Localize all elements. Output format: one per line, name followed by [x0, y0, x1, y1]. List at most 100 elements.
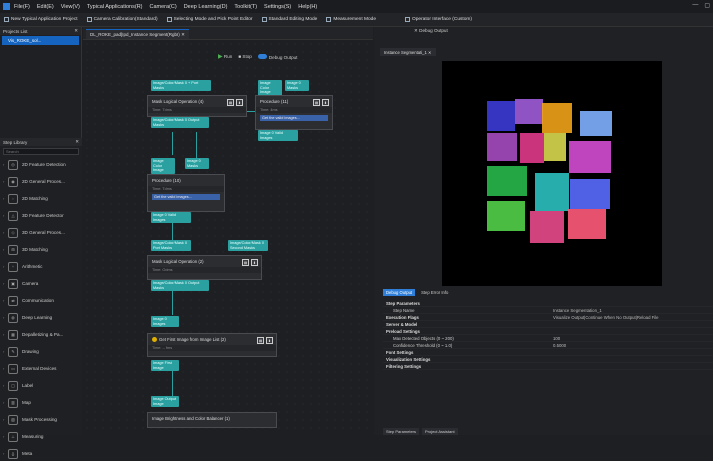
measurement-mode-button[interactable]: Measurement Mode [326, 17, 376, 22]
node-description: Get the valid images... [152, 194, 220, 200]
port-masks[interactable]: Image/Color/Mask 0 Port Masks [151, 240, 191, 251]
operator-interface-button[interactable]: Operator Interface (Custom) [405, 17, 472, 22]
step-library-item[interactable]: › ⊥ Measuring [3, 429, 79, 444]
node-info-icon[interactable]: ⬍ [266, 337, 273, 344]
step-node[interactable]: Get First Image from Image List (2) Time… [147, 333, 277, 357]
param-row[interactable]: Step Name Instance Segmentation_1 [383, 307, 713, 314]
port-masks[interactable]: Image 0 Masks [285, 80, 309, 91]
menu-camera[interactable]: Camera(C) [150, 4, 177, 10]
category-icon: ◌ [8, 193, 18, 204]
canvas-tab[interactable]: DL_ROKE_pad[Ipd_Instance Segment(RgbI) ✕ [86, 29, 189, 39]
param-row[interactable]: Preload Settings [383, 328, 713, 335]
node-settings-icon[interactable]: ▤ [227, 99, 234, 106]
param-row[interactable]: Execution Flags Visualize Output|Continue… [383, 314, 713, 321]
menu-help[interactable]: Help(H) [298, 4, 317, 10]
step-library-item[interactable]: › ✎ Drawing [3, 344, 79, 359]
port-second-masks[interactable]: Image/Color/Mask 0 Second Masks [228, 240, 268, 251]
step-node[interactable]: Mask Logical Operation (2) Time: Odms ▤ ⬍ [147, 255, 262, 280]
segmentation-mask [569, 141, 611, 173]
project-item[interactable]: Vis_ROKE_sol... [2, 36, 79, 45]
menu-deep-learning[interactable]: Deep Learning(D) [184, 4, 228, 10]
port-first-image[interactable]: Image First Image [151, 360, 179, 371]
close-icon[interactable]: ✕ [74, 28, 78, 34]
image-viewer[interactable] [442, 61, 662, 286]
step-library-item[interactable]: › ◍ Deep Learning [3, 310, 79, 325]
step-node[interactable]: Mask Logical Operation (4) Time: Tdms ▤ ⬍ [147, 95, 247, 117]
step-library-item[interactable]: › ◇ 3D General Proces... [3, 225, 79, 240]
stop-button[interactable]: ■ Stop [238, 54, 252, 59]
step-search-input[interactable]: Search [3, 148, 79, 155]
tab-project-assistant[interactable]: Project Assistant [422, 428, 458, 435]
step-library-item[interactable]: › ▧ Mask Processing [3, 412, 79, 427]
tab-step-error-info[interactable]: Step Error Info [418, 289, 451, 296]
debug-output-toggle[interactable]: Debug Output [257, 53, 297, 60]
step-node[interactable]: Image Brightness and Color Balancer (1) [147, 412, 277, 428]
port-images[interactable]: Image 0 Images [151, 316, 179, 327]
view-tab[interactable]: Instance Segmentati_1 ✕ [380, 48, 436, 56]
step-node[interactable]: Procedure (11) Time: 4ms Get the valid i… [255, 95, 333, 130]
step-library-item-label: Meta [22, 451, 33, 456]
step-library-item[interactable]: › ▥ Map [3, 395, 79, 410]
step-library-item[interactable]: › ÷ Arithmetic [3, 259, 79, 274]
step-library-item[interactable]: › ◌ 2D Matching [3, 191, 79, 206]
tab-debug-output[interactable]: Debug Output [383, 289, 416, 296]
step-library-item[interactable]: › ◎ 2D Feature Detection [3, 157, 79, 172]
port-masks[interactable]: Image 0 Masks [185, 158, 209, 169]
port-valid-images[interactable]: Image 0 Valid Images [258, 130, 298, 141]
node-settings-icon[interactable]: ▤ [257, 337, 264, 344]
step-library-item[interactable]: › ▢ Label [3, 378, 79, 393]
menu-edit[interactable]: Edit(E) [37, 4, 54, 10]
new-project-button[interactable]: New Typical Application Project [4, 17, 78, 22]
port-masks[interactable]: Image/Color/Mask 0 + Port Masks [151, 80, 211, 91]
param-row[interactable]: Confidence Threshold (0 ~ 1.0) 0.5000 [383, 342, 713, 349]
port-output-image[interactable]: Image Output Image [151, 396, 179, 407]
node-settings-icon[interactable]: ▤ [242, 259, 249, 266]
step-library-item[interactable]: › ▦ Depalletizing & Pa... [3, 327, 79, 342]
standard-editing-button[interactable]: Standard Editing Mode [261, 17, 317, 22]
port-color-image[interactable]: Image Color Image [258, 80, 282, 96]
step-node[interactable]: Procedure (10) Time: Tdms Get the valid … [147, 174, 225, 212]
step-library-item[interactable]: › ◉ 2D General Proces... [3, 174, 79, 189]
step-library-item[interactable]: › ▣ Camera [3, 276, 79, 291]
port-color-image[interactable]: Image Color Image [151, 158, 175, 174]
node-info-icon[interactable]: ⬍ [236, 99, 243, 106]
param-row[interactable]: Font Settings [383, 349, 713, 356]
step-library-item-label: Drawing [22, 349, 39, 354]
tab-step-parameters[interactable]: Step Parameters [383, 428, 420, 435]
pick-point-editor-button[interactable]: Selecting Mode and Pick Point Editor [166, 17, 253, 22]
step-library-item[interactable]: ›{} Meta [3, 446, 79, 461]
port-output-masks[interactable]: Image/Color/Mask 0 Output Masks [151, 117, 209, 128]
param-row[interactable]: Max Detected Objects (0 ~ 200) 100 [383, 335, 713, 342]
node-description: Get the valid images... [260, 115, 328, 121]
node-settings-icon[interactable]: ▤ [313, 99, 320, 106]
step-library-item[interactable]: › ⇄ Communication [3, 293, 79, 308]
param-row[interactable]: Server & Model [383, 321, 713, 328]
close-icon[interactable]: ✕ [414, 28, 418, 34]
step-library-item[interactable]: › ▭ External Devices [3, 361, 79, 376]
camera-calibration-button[interactable]: Camera Calibration(Standard) [86, 17, 158, 22]
port-output-masks[interactable]: Image/Color/Mask 0 Output Masks [151, 280, 209, 291]
param-row[interactable]: Step Parameters [383, 300, 713, 307]
close-icon[interactable]: ✕ [75, 139, 79, 145]
menu-file[interactable]: File(F) [14, 4, 30, 10]
minimize-icon[interactable]: — [692, 2, 698, 9]
node-info-icon[interactable]: ⬍ [251, 259, 258, 266]
run-button[interactable]: ▶ Run [218, 53, 232, 60]
maximize-icon[interactable]: ▢ [704, 2, 710, 9]
port-valid-images[interactable]: Image 0 Valid Images [151, 212, 191, 223]
menu-settings[interactable]: Settings(S) [264, 4, 291, 10]
step-library-item[interactable]: › △ 3D Feature Detector [3, 208, 79, 223]
param-value: 100 [553, 335, 561, 341]
step-library-item[interactable]: › ⊞ 3D Matching [3, 242, 79, 257]
node-info-icon[interactable]: ⬍ [322, 99, 329, 106]
node-time: Time: 4ms [256, 107, 332, 113]
menu-view[interactable]: View(V) [61, 4, 80, 10]
bottom-tabs: Step Parameters Project Assistant [383, 428, 458, 435]
step-library-item-label: External Devices [22, 366, 57, 371]
new-project-icon [4, 17, 9, 22]
menu-toolkit[interactable]: Toolkit(T) [234, 4, 257, 10]
menu-typical-applications[interactable]: Typical Applications(R) [87, 4, 143, 10]
param-row[interactable]: Filtering Settings [383, 363, 713, 370]
param-row[interactable]: Visualization Settings [383, 356, 713, 363]
step-library-item-label: 2D Feature Detection [22, 162, 66, 167]
